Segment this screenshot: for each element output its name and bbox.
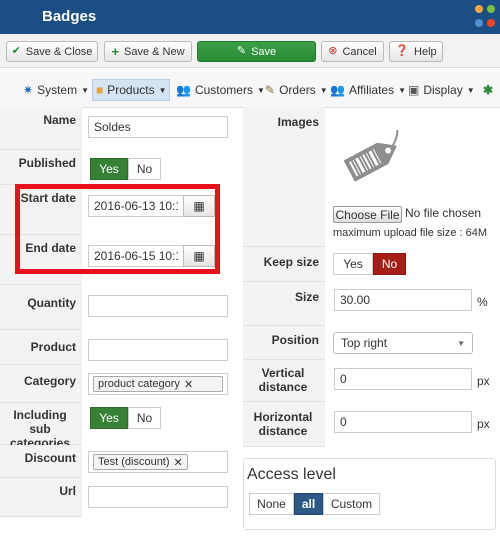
max-upload-text: maximum upload file size : 64M [333, 227, 488, 239]
access-level-title: Access level [247, 466, 340, 484]
wrench-icon: ✷ [23, 83, 34, 97]
sub-categories-toggle[interactable]: Yes No [90, 407, 161, 429]
menu-affiliates[interactable]: 👥 Affiliates ▼ [327, 79, 409, 101]
caret-down-icon: ▼ [81, 85, 89, 95]
position-select[interactable]: Top right ▼ [333, 332, 473, 354]
save-close-button[interactable]: ✔ Save & Close [6, 41, 98, 62]
size-label: Size [243, 282, 325, 326]
size-input[interactable] [334, 289, 472, 311]
horizontal-unit: px [477, 417, 490, 431]
vertical-distance-label: Vertical distance [243, 360, 325, 402]
help-icon: ❓ [395, 45, 410, 57]
save-button[interactable]: ✎ Save [197, 41, 316, 62]
keep-size-toggle[interactable]: Yes No [333, 253, 406, 275]
sub-yes-button[interactable]: Yes [90, 407, 128, 429]
access-custom-button[interactable]: Custom [323, 493, 380, 515]
vertical-unit: px [477, 374, 490, 388]
cancel-icon: ⊗ [328, 45, 338, 57]
remove-icon[interactable]: ✕ [184, 378, 193, 391]
published-toggle[interactable]: Yes No [90, 158, 161, 180]
name-label: Name [0, 107, 82, 150]
menu-orders[interactable]: ✎ Orders ▼ [262, 79, 331, 101]
horizontal-distance-label: Horizontal distance [243, 402, 325, 447]
sub-no-button[interactable]: No [128, 407, 161, 429]
quantity-label: Quantity [0, 285, 82, 330]
page-title: Badges [42, 8, 97, 25]
menu-display[interactable]: ▣ Display ▼ [405, 79, 478, 101]
size-unit: % [477, 295, 488, 309]
keep-size-label: Keep size [243, 247, 325, 282]
sub-categories-label: Including sub categories [0, 403, 82, 450]
check-icon: ✔ [11, 45, 21, 57]
images-label: Images [243, 107, 325, 247]
discount-label: Discount [0, 445, 82, 478]
products-icon: ■ [96, 83, 104, 97]
highlight-box [15, 184, 220, 274]
menu-products[interactable]: ■ Products ▼ [92, 79, 170, 101]
category-label: Category [0, 365, 82, 403]
keep-no-button[interactable]: No [373, 253, 406, 275]
affiliates-icon: 👥 [330, 83, 345, 97]
discount-tag: Test (discount) ✕ [93, 454, 188, 470]
vertical-distance-input[interactable] [334, 368, 472, 390]
category-tag: product category ✕ [93, 376, 223, 392]
category-select[interactable]: product category ✕ [88, 373, 228, 395]
product-input[interactable] [88, 339, 228, 361]
url-label: Url [0, 478, 82, 517]
save-new-button[interactable]: + Save & New [104, 41, 192, 62]
product-label: Product [0, 330, 82, 365]
joomla-logo-icon [475, 5, 495, 27]
orders-icon: ✎ [265, 83, 276, 97]
cancel-button[interactable]: ⊗ Cancel [321, 41, 384, 62]
users-icon: 👥 [176, 83, 191, 97]
help-button[interactable]: ❓ Help [389, 41, 443, 62]
no-file-text: No file chosen [405, 206, 482, 220]
url-input[interactable] [88, 486, 228, 508]
position-label: Position [243, 326, 325, 360]
price-tag-icon [343, 130, 399, 182]
name-input[interactable] [88, 116, 228, 138]
menu-system[interactable]: ✷ System ▼ [20, 79, 92, 101]
quantity-input[interactable] [88, 295, 228, 317]
caret-down-icon: ▼ [457, 338, 465, 348]
published-no-button[interactable]: No [128, 158, 161, 180]
keep-yes-button[interactable]: Yes [333, 253, 373, 275]
horizontal-distance-input[interactable] [334, 411, 472, 433]
published-label: Published [0, 150, 82, 185]
published-yes-button[interactable]: Yes [90, 158, 128, 180]
caret-down-icon: ▼ [466, 85, 475, 95]
edit-icon: ✎ [236, 45, 247, 57]
more-menu-icon[interactable]: ✱ [480, 79, 496, 101]
discount-select[interactable]: Test (discount) ✕ [88, 451, 228, 473]
display-icon: ▣ [408, 83, 420, 97]
access-level-toggle[interactable]: None all Custom [249, 493, 380, 515]
plus-icon: + [111, 44, 120, 59]
access-all-button[interactable]: all [294, 493, 323, 515]
access-none-button[interactable]: None [249, 493, 294, 515]
caret-down-icon: ▼ [158, 85, 167, 95]
menu-customers[interactable]: 👥 Customers ▼ [173, 79, 268, 101]
remove-icon[interactable]: ✕ [174, 456, 183, 469]
choose-file-button[interactable]: Choose File [333, 206, 402, 223]
